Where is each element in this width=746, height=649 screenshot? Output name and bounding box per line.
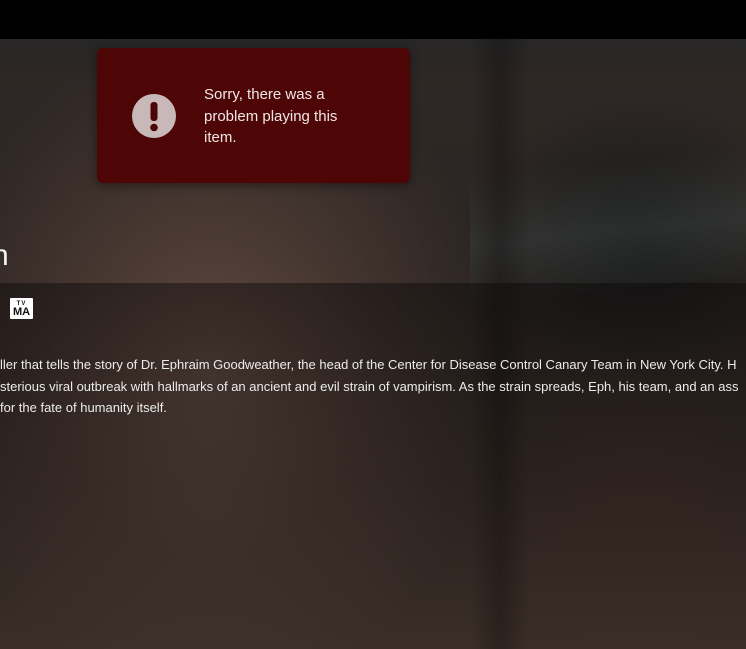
synopsis-line: sterious viral outbreak with hallmarks o… [0, 378, 739, 394]
show-title: n [0, 239, 9, 272]
synopsis-line: for the fate of humanity itself. [0, 400, 167, 415]
synopsis: ller that tells the story of Dr. Ephraim… [0, 354, 746, 419]
error-message: Sorry, there was a problem playing this … [204, 86, 338, 146]
error-toast: Sorry, there was a problem playing this … [97, 48, 410, 183]
top-bar [0, 0, 746, 39]
info-panel [0, 283, 746, 649]
synopsis-line: ller that tells the story of Dr. Ephraim… [0, 357, 737, 372]
tv-ma-rating-badge: TV MA [10, 298, 33, 319]
rating-value: MA [12, 305, 31, 318]
exclamation-circle-icon [132, 94, 176, 138]
video-player-screen: n TV MA ller that tells the story of Dr.… [0, 0, 746, 649]
